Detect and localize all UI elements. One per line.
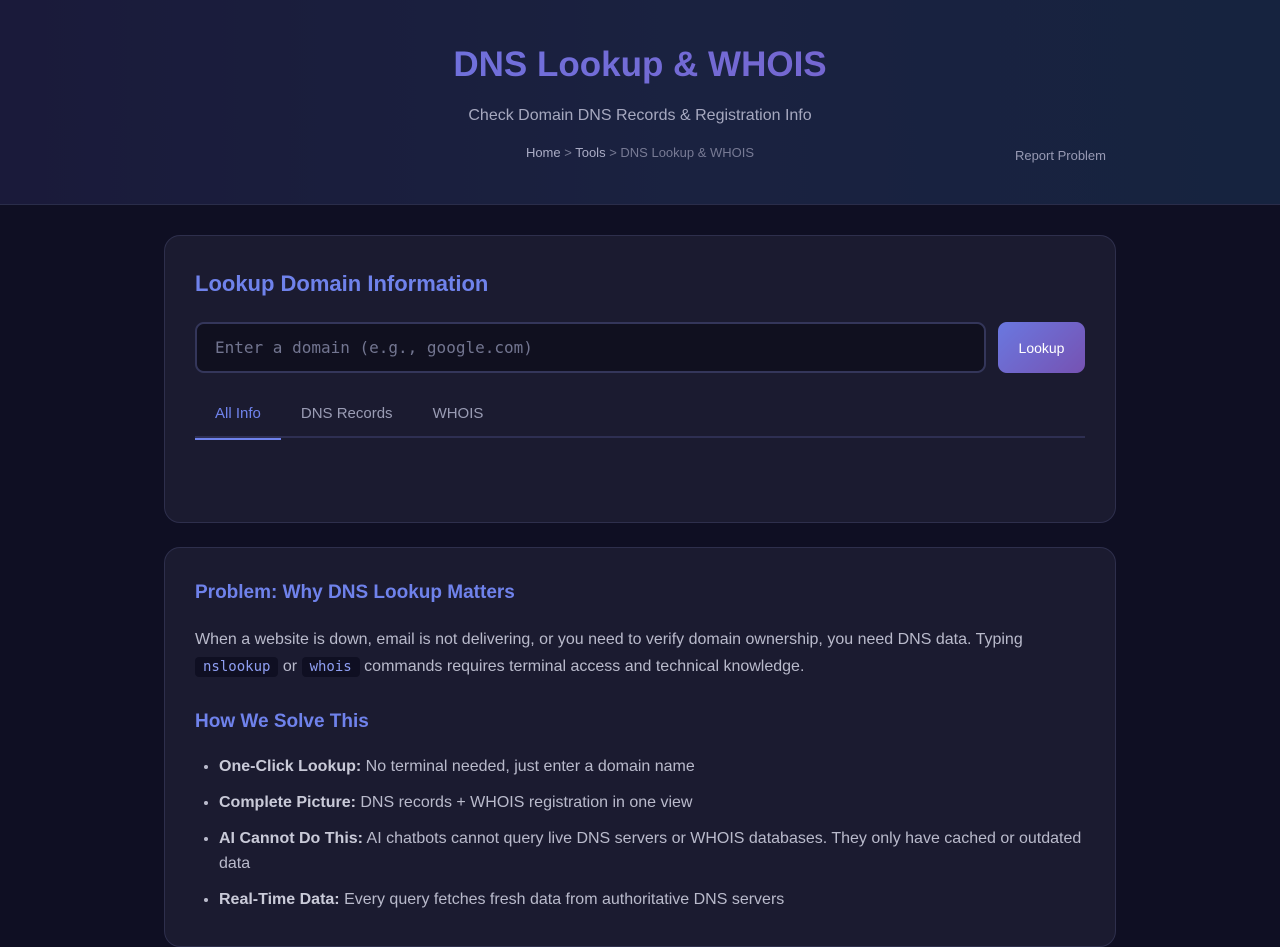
- problem-text: When a website is down, email is not del…: [195, 631, 1023, 648]
- breadcrumb-current: DNS Lookup & WHOIS: [620, 145, 755, 160]
- feature-text: No terminal needed, just enter a domain …: [361, 758, 695, 775]
- page-title: DNS Lookup & WHOIS: [0, 45, 1280, 85]
- breadcrumb-separator: >: [560, 145, 576, 160]
- info-card: Problem: Why DNS Lookup Matters When a w…: [164, 547, 1116, 947]
- feature-title: Complete Picture:: [219, 794, 356, 811]
- lookup-card-title: Lookup Domain Information: [195, 271, 489, 296]
- page-subtitle: Check Domain DNS Records & Registration …: [468, 107, 812, 124]
- feature-title: AI Cannot Do This:: [219, 830, 363, 847]
- whois-code: whois: [301, 657, 360, 677]
- tab-dns-records[interactable]: DNS Records: [281, 393, 413, 438]
- feature-item: One-Click Lookup: No terminal needed, ju…: [219, 754, 1089, 779]
- feature-text: DNS records + WHOIS registration in one …: [355, 794, 693, 811]
- feature-item: Complete Picture: DNS records + WHOIS re…: [219, 790, 1089, 815]
- lookup-card: Lookup Domain Information Lookup All Inf…: [164, 235, 1116, 523]
- tab-all-info[interactable]: All Info: [195, 393, 281, 440]
- problem-text: commands requires terminal access and te…: [359, 658, 805, 675]
- breadcrumb-separator: >: [605, 145, 621, 160]
- feature-list: One-Click Lookup: No terminal needed, ju…: [219, 754, 1089, 923]
- problem-heading: Problem: Why DNS Lookup Matters: [195, 582, 515, 603]
- feature-title: One-Click Lookup:: [219, 758, 362, 775]
- breadcrumb-home-link[interactable]: Home: [526, 145, 561, 160]
- tab-whois[interactable]: WHOIS: [413, 393, 504, 438]
- result-tabs: All Info DNS Records WHOIS: [195, 393, 1085, 440]
- domain-input[interactable]: [195, 322, 986, 373]
- feature-item: AI Cannot Do This: AI chatbots cannot qu…: [219, 826, 1089, 876]
- page-header: DNS Lookup & WHOIS Check Domain DNS Reco…: [0, 0, 1280, 205]
- nslookup-code: nslookup: [195, 657, 279, 677]
- lookup-button[interactable]: Lookup: [998, 322, 1085, 373]
- solve-heading: How We Solve This: [195, 711, 369, 732]
- report-problem-link[interactable]: Report Problem: [1015, 148, 1106, 163]
- problem-text: or: [278, 658, 302, 675]
- breadcrumb-tools-link[interactable]: Tools: [575, 145, 605, 160]
- problem-paragraph: When a website is down, email is not del…: [195, 626, 1085, 681]
